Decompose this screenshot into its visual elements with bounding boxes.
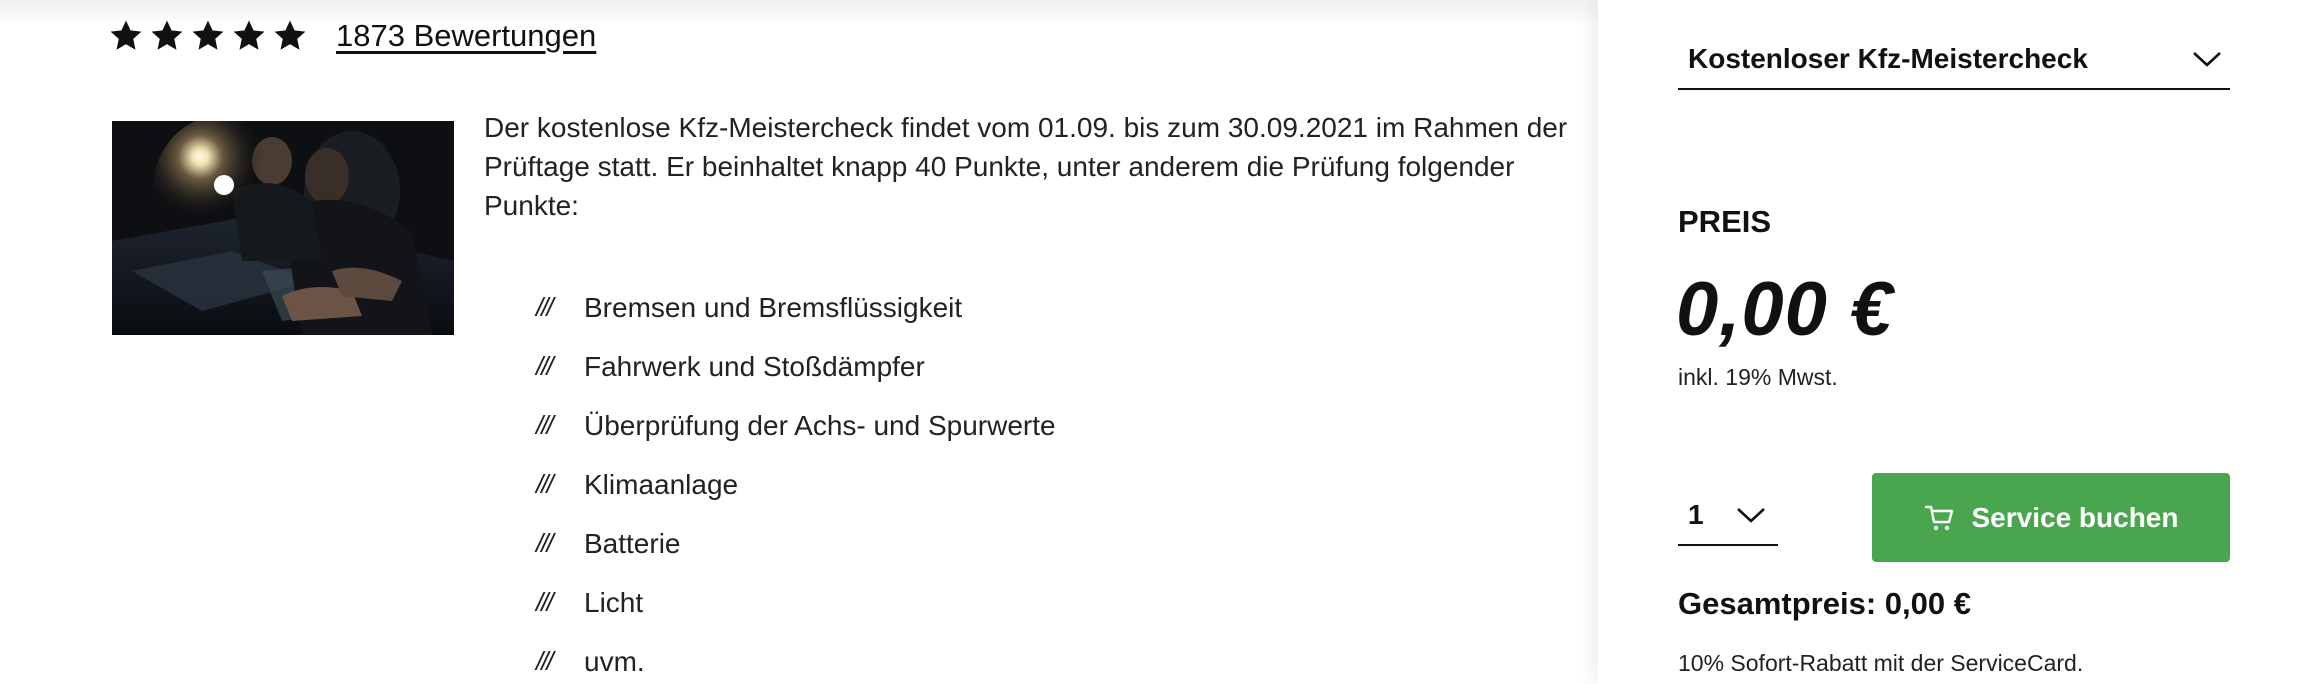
chevron-down-icon: [1736, 508, 1765, 523]
star-icon: [274, 20, 306, 50]
booking-panel: Kostenloser Kfz-Meistercheck PREIS 0,00 …: [1598, 0, 2308, 684]
discount-note: 10% Sofort-Rabatt mit der ServiceCard.: [1678, 650, 2084, 676]
rating: 1873 Bewertungen: [110, 18, 596, 54]
check-point-item: /// uvm.: [536, 632, 1056, 684]
star-icon: [110, 20, 142, 50]
list-marker: ///: [536, 292, 554, 322]
star-icon: [192, 20, 224, 50]
check-point-label: Fahrwerk und Stoßdämpfer: [584, 350, 925, 382]
price-label: PREIS: [1678, 204, 1772, 239]
list-marker: ///: [536, 469, 554, 499]
service-select[interactable]: Kostenloser Kfz-Meistercheck: [1678, 30, 2230, 90]
list-marker: ///: [536, 528, 554, 558]
list-marker: ///: [536, 587, 554, 617]
book-service-label: Service buchen: [1971, 501, 2179, 533]
list-marker: ///: [536, 351, 554, 381]
star-rating: [110, 20, 306, 52]
page: 1873 Bewertungen Der kostenlose Kfz-Meis…: [0, 0, 2308, 684]
total-price: Gesamtpreis: 0,00 €: [1678, 586, 1971, 621]
check-point-item: /// Überprüfung der Achs- und Spurwerte: [536, 396, 1056, 455]
service-select-value: Kostenloser Kfz-Meistercheck: [1688, 43, 2088, 74]
check-point-item: /// Fahrwerk und Stoßdämpfer: [536, 337, 1056, 396]
check-point-item: /// Klimaanlage: [536, 455, 1056, 514]
star-icon: [233, 20, 265, 50]
check-point-item: /// Licht: [536, 573, 1056, 632]
check-points-list: /// Bremsen und Bremsflüssigkeit /// Fahrwe…: [536, 278, 1056, 684]
product-image: [112, 121, 454, 335]
check-point-item: /// Bremsen und Bremsflüssigkeit: [536, 278, 1056, 337]
check-point-label: Klimaanlage: [584, 468, 739, 500]
quantity-value: 1: [1688, 499, 1704, 530]
chevron-down-icon: [2193, 52, 2221, 67]
check-point-label: Batterie: [584, 527, 681, 559]
star-icon: [151, 20, 183, 50]
price-value: 0,00 €: [1676, 267, 1894, 352]
cart-icon: [1924, 505, 1953, 530]
mechanic-photo: [112, 121, 454, 335]
check-point-item: /// Batterie: [536, 514, 1056, 573]
list-marker: ///: [536, 410, 554, 440]
tax-note: inkl. 19% Mwst.: [1678, 364, 1838, 390]
book-service-button[interactable]: Service buchen: [1872, 473, 2230, 562]
quantity-select[interactable]: 1: [1678, 486, 1778, 546]
product-description: Der kostenlose Kfz-Meistercheck findet v…: [484, 112, 1568, 221]
check-point-label: uvm.: [584, 645, 645, 677]
check-point-label: Licht: [584, 586, 644, 618]
check-point-label: Bremsen und Bremsflüssigkeit: [584, 291, 963, 323]
reviews-link[interactable]: 1873 Bewertungen: [336, 18, 596, 54]
list-marker: ///: [536, 646, 554, 676]
check-point-label: Überprüfung der Achs- und Spurwerte: [584, 409, 1056, 441]
